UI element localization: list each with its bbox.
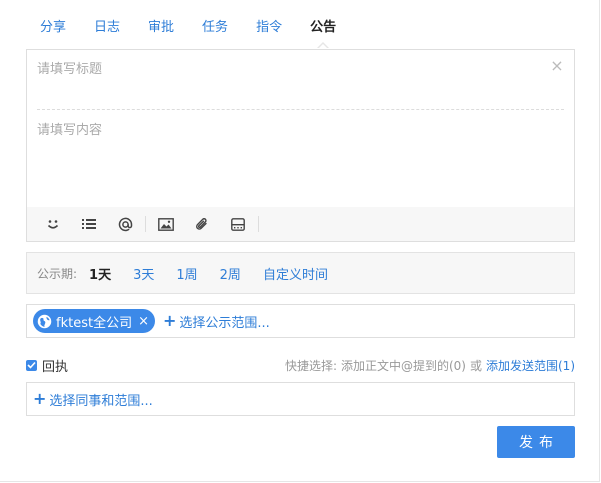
attachment-icon[interactable] — [191, 213, 213, 235]
announcement-panel: 分享 日志 审批 任务 指令 公告 × — [0, 0, 600, 482]
tab-share[interactable]: 分享 — [26, 0, 80, 48]
globe-icon — [37, 314, 52, 329]
tab-approval[interactable]: 审批 — [134, 0, 188, 48]
image-icon[interactable] — [155, 213, 177, 235]
quick-or-text: 或 — [469, 358, 482, 373]
list-icon[interactable] — [78, 213, 100, 235]
editor-divider — [37, 109, 564, 110]
add-colleague-button[interactable]: + 选择同事和范围... — [33, 390, 153, 409]
period-option-custom[interactable]: 自定义时间 — [263, 264, 328, 283]
colleague-selector[interactable]: + 选择同事和范围... — [26, 382, 575, 416]
plus-icon: + — [162, 311, 177, 330]
scope-chip[interactable]: fktest全公司 × — [33, 309, 155, 333]
keyboard-icon[interactable] — [227, 213, 249, 235]
plus-icon: + — [33, 389, 47, 408]
content-textarea[interactable] — [37, 119, 564, 199]
title-input[interactable] — [37, 60, 537, 78]
receipt-checkbox[interactable] — [26, 359, 37, 371]
quick-add-send-scope-link[interactable]: 添加发送范围(1) — [486, 357, 575, 374]
period-label: 公示期: — [37, 266, 78, 281]
emoji-icon[interactable] — [42, 213, 64, 235]
quick-select: 快捷选择: 添加正文中@提到的(0) 或 添加发送范围(1) — [281, 357, 575, 374]
period-option-3days[interactable]: 3天 — [133, 264, 154, 283]
clear-title-button[interactable]: × — [550, 58, 564, 74]
tab-task[interactable]: 任务 — [188, 0, 242, 48]
add-scope-label: 选择公示范围... — [179, 315, 270, 331]
receipt-row: 回执 快捷选择: 添加正文中@提到的(0) 或 添加发送范围(1) — [26, 355, 575, 375]
publish-button[interactable]: 发布 — [497, 426, 575, 458]
toolbar-separator — [145, 216, 146, 232]
tab-announcement[interactable]: 公告 — [296, 0, 350, 48]
add-colleague-label: 选择同事和范围... — [49, 393, 153, 409]
period-option-1week[interactable]: 1周 — [176, 264, 197, 283]
tab-instruction[interactable]: 指令 — [242, 0, 296, 48]
toolbar-separator — [258, 216, 259, 232]
editor-toolbar — [27, 207, 574, 241]
tab-bar: 分享 日志 审批 任务 指令 公告 — [26, 0, 350, 48]
period-option-2weeks[interactable]: 2周 — [220, 264, 241, 283]
scope-chip-remove-button[interactable]: × — [138, 314, 149, 329]
quick-add-mentioned[interactable]: 添加正文中@提到的(0) — [341, 357, 466, 374]
at-icon[interactable] — [114, 213, 136, 235]
quick-select-label: 快捷选择: — [284, 358, 337, 373]
announcement-editor: × — [26, 49, 575, 242]
publicity-scope-selector[interactable]: fktest全公司 × + 选择公示范围... — [26, 304, 575, 338]
receipt-label: 回执 — [42, 359, 69, 375]
tab-log[interactable]: 日志 — [80, 0, 134, 48]
add-scope-button[interactable]: + 选择公示范围... — [163, 312, 270, 331]
publicity-period-bar: 公示期: 1天 3天 1周 2周 自定义时间 — [26, 252, 575, 294]
scope-chip-label: fktest全公司 — [56, 315, 133, 331]
period-option-1day[interactable]: 1天 — [89, 264, 111, 283]
